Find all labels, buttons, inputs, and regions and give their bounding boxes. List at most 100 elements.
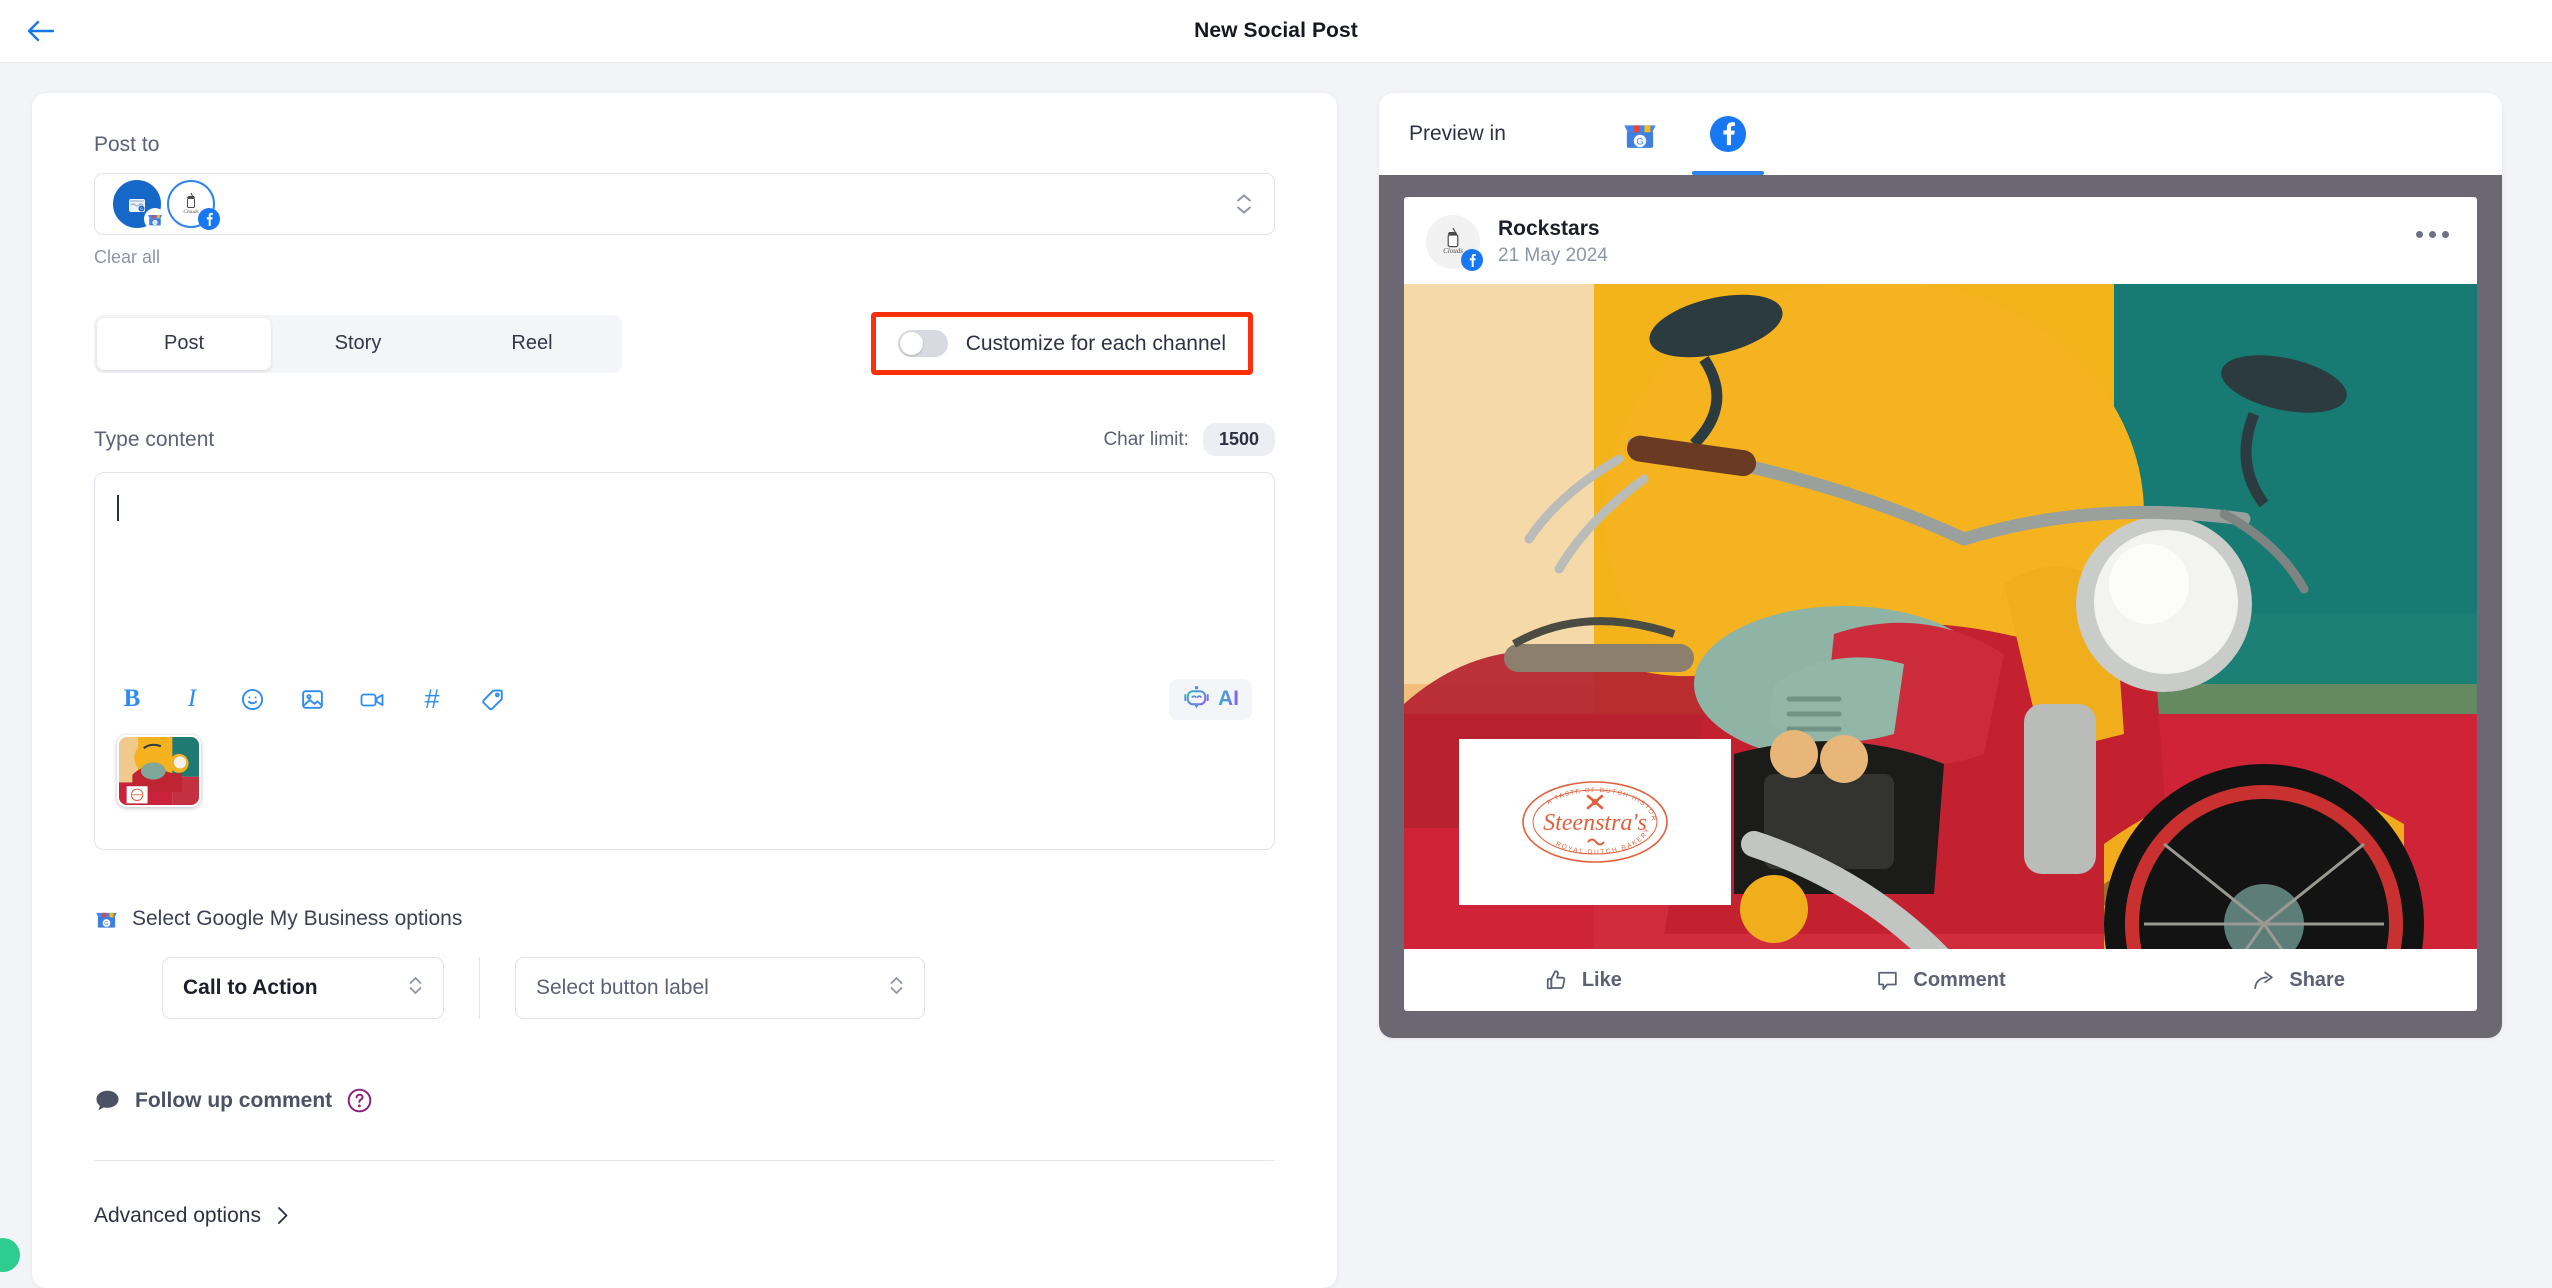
content-textarea[interactable] <box>95 473 1274 671</box>
svg-text:G: G <box>104 921 108 927</box>
customize-toggle-label: Customize for each channel <box>965 331 1226 355</box>
chevron-up-icon <box>1237 194 1251 202</box>
post-date: 21 May 2024 <box>1498 245 1608 266</box>
customize-channel-highlight: Customize for each channel <box>870 312 1253 375</box>
toggle-knob <box>899 332 923 355</box>
svg-text:G: G <box>1636 136 1643 146</box>
like-label: Like <box>1581 968 1622 991</box>
google-my-business-icon: G <box>1624 125 1656 148</box>
char-limit-value: 1500 <box>1202 423 1275 456</box>
help-circle-icon[interactable] <box>346 1087 373 1114</box>
svg-text:Clouds: Clouds <box>183 209 198 215</box>
post-type-row: Post Story Reel Customize for each chann… <box>94 312 1275 375</box>
section-divider <box>94 1160 1275 1161</box>
gmb-badge-icon: G <box>144 208 166 230</box>
logo-overlay: A TASTE OF DUTCH HISTORY ROYAL DUTCH BAK… <box>1459 739 1731 905</box>
motorcycle-image-thumbnail[interactable] <box>117 735 201 807</box>
facebook-post-preview: Clouds Rockstars 21 May 2024 A TASTE OF … <box>1404 197 2477 1011</box>
gmb-options-heading: Select Google My Business options <box>132 906 463 930</box>
post-to-label: Post to <box>94 133 160 156</box>
advanced-options-row[interactable]: Advanced options <box>94 1203 1275 1228</box>
facebook-post-actions: Like Comment Share <box>1404 949 2477 1011</box>
app-header: New Social Post <box>0 0 2552 63</box>
image-icon[interactable] <box>297 684 327 714</box>
preview-in-label: Preview in <box>1409 122 1506 145</box>
facebook-post-meta: Rockstars 21 May 2024 <box>1498 217 1608 267</box>
advanced-options-label: Advanced options <box>94 1203 261 1227</box>
text-caret <box>117 495 119 521</box>
preview-column: Preview in G Clouds Rockstars 21 May 202… <box>1379 93 2520 1288</box>
page-body: Post to G G Clouds Clear all Post Story … <box>0 63 2552 1288</box>
arrow-left-icon <box>27 20 54 42</box>
facebook-badge-icon <box>198 208 220 230</box>
dot <box>2442 231 2449 238</box>
post-image: A TASTE OF DUTCH HISTORY ROYAL DUTCH BAK… <box>1404 284 2477 949</box>
button-label-select[interactable]: Select button label <box>515 957 925 1019</box>
share-button[interactable]: Share <box>2119 968 2477 993</box>
button-label-value: Select button label <box>536 976 709 999</box>
clear-all-button[interactable]: Clear all <box>94 247 1275 268</box>
dot <box>2429 231 2436 238</box>
video-icon[interactable] <box>357 684 387 714</box>
preview-header: Preview in G <box>1379 93 2502 175</box>
type-content-label: Type content <box>94 427 215 451</box>
post-to-field[interactable]: G G Clouds <box>94 173 1275 235</box>
composer-panel: Post to G G Clouds Clear all Post Story … <box>32 93 1337 1288</box>
svg-text:G: G <box>140 206 143 211</box>
ai-assist-button[interactable]: AI <box>1169 678 1252 720</box>
follow-up-comment-row[interactable]: Follow up comment <box>94 1087 1275 1114</box>
channel-chip-gmb[interactable]: G G <box>113 180 166 230</box>
content-editor: B I # AI <box>94 472 1275 850</box>
gmb-badge: G <box>144 208 166 230</box>
bold-icon[interactable]: B <box>117 684 147 714</box>
comment-button[interactable]: Comment <box>1762 968 2120 993</box>
post-type-tabs: Post Story Reel <box>94 314 622 373</box>
button-label-stepper-icon <box>889 973 904 1003</box>
facebook-icon <box>1709 115 1746 153</box>
tag-icon[interactable] <box>477 684 507 714</box>
char-limit: Char limit: 1500 <box>1103 423 1275 456</box>
post-author-name: Rockstars <box>1498 217 1600 240</box>
ai-button-label: AI <box>1218 687 1239 710</box>
back-button[interactable] <box>20 11 60 51</box>
selects-divider <box>479 957 480 1019</box>
gmb-preview-tab[interactable]: G <box>1596 93 1684 175</box>
share-label: Share <box>2289 968 2345 991</box>
channel-chip-facebook[interactable]: Clouds <box>167 180 220 230</box>
gmb-selects: Call to Action Select button label <box>94 957 1275 1019</box>
preview-body: Clouds Rockstars 21 May 2024 A TASTE OF … <box>1379 175 2502 1038</box>
google-my-business-icon: G <box>96 912 117 928</box>
editor-toolbar: B I # AI <box>95 671 1274 727</box>
cta-stepper-icon <box>408 973 423 1003</box>
post-to-stepper[interactable] <box>1236 194 1252 215</box>
comment-label: Comment <box>1913 968 2006 991</box>
facebook-preview-tab[interactable] <box>1684 93 1772 175</box>
gmb-options-section: G Select Google My Business options Call… <box>94 906 1275 1019</box>
follow-up-comment-label: Follow up comment <box>135 1088 333 1112</box>
tab-post[interactable]: Post <box>97 317 271 370</box>
tab-reel[interactable]: Reel <box>445 318 619 370</box>
robot-icon <box>1184 685 1209 708</box>
share-icon <box>2254 971 2274 989</box>
char-limit-label: Char limit: <box>1103 428 1189 450</box>
chevron-down-icon <box>1237 206 1251 214</box>
attachment-list <box>95 727 1274 833</box>
preview-panel: Preview in G Clouds Rockstars 21 May 202… <box>1379 93 2502 1038</box>
hashtag-icon[interactable]: # <box>417 684 447 714</box>
more-options-icon[interactable] <box>2416 231 2449 238</box>
call-to-action-select[interactable]: Call to Action <box>162 957 444 1019</box>
svg-text:Steenstra's: Steenstra's <box>1543 810 1647 836</box>
customize-for-each-channel-toggle[interactable] <box>897 330 948 357</box>
like-button[interactable]: Like <box>1404 968 1762 993</box>
selected-channels: G G Clouds <box>113 180 221 230</box>
tab-story[interactable]: Story <box>271 318 445 370</box>
thumbs-up-icon <box>1546 969 1566 989</box>
italic-icon[interactable]: I <box>177 684 207 714</box>
facebook-badge <box>198 208 220 230</box>
comment-icon <box>1878 971 1898 990</box>
comment-bubble-icon <box>96 1090 119 1111</box>
svg-text:G: G <box>153 220 156 225</box>
emoji-icon[interactable] <box>237 684 267 714</box>
chevron-right-icon <box>278 1207 288 1224</box>
facebook-post-header: Clouds Rockstars 21 May 2024 <box>1404 197 2477 284</box>
